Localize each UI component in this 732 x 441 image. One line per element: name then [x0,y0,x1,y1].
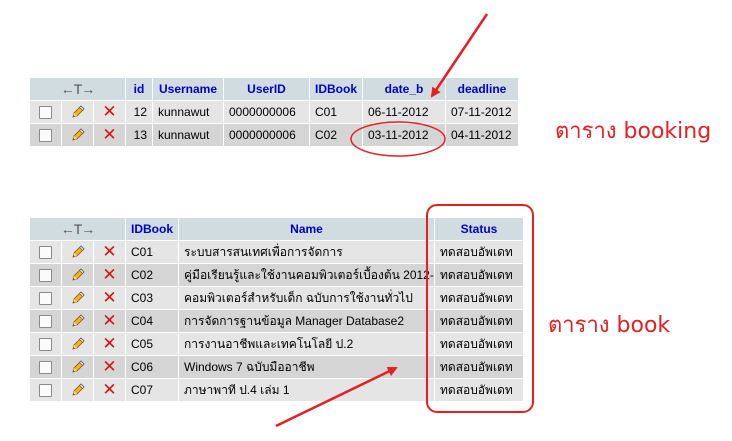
annotation-layer [275,13,534,428]
annotation-arrow-bottom [275,366,398,428]
annotation-circle-date-b [350,121,446,157]
annotation-arrow-top [430,13,489,98]
annotation-box-status [426,204,534,413]
